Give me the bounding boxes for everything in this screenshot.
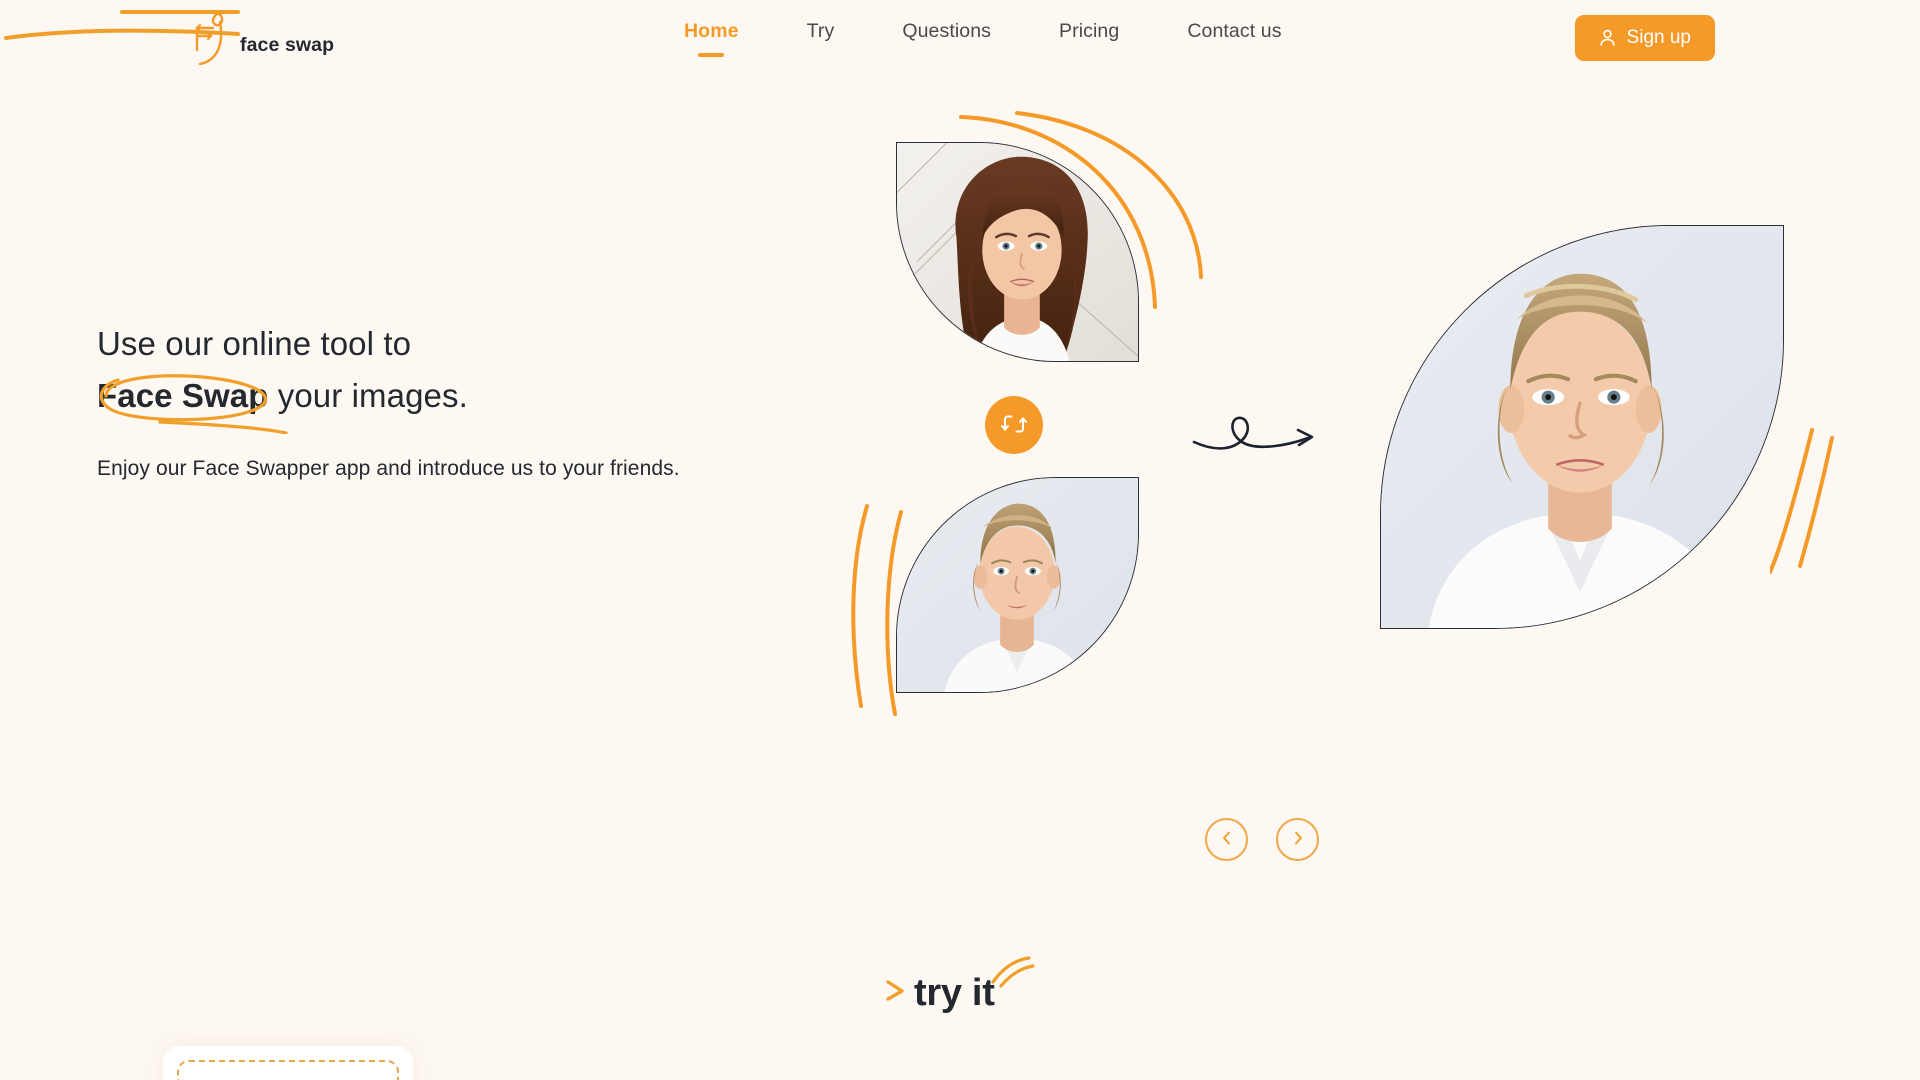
- hero-subcopy: Enjoy our Face Swapper app and introduce…: [97, 457, 680, 480]
- nav-item-questions[interactable]: Questions: [868, 20, 1025, 43]
- result-photo-image: [1381, 226, 1783, 628]
- headline-line-1: Use our online tool to: [97, 325, 412, 362]
- nav-item-try[interactable]: Try: [773, 20, 869, 43]
- hero-copy: Use our online tool to Face Swap your im…: [97, 318, 797, 487]
- nav-item-home[interactable]: Home: [650, 20, 773, 57]
- decorative-arcs-right-icon: [1770, 428, 1834, 574]
- looping-arrow-icon: [1192, 416, 1314, 450]
- sign-up-label: Sign up: [1626, 27, 1691, 48]
- upload-dropzone-dashed-area[interactable]: [177, 1060, 399, 1080]
- chevron-left-icon: [1220, 830, 1234, 849]
- user-icon: [1599, 29, 1616, 47]
- try-it-callout[interactable]: try it: [884, 945, 1035, 1015]
- source-photo-2-image: [897, 478, 1138, 692]
- headline-line-2: Face Swap your images.: [97, 370, 797, 434]
- swap-vertical-arrows-icon: [1001, 411, 1027, 440]
- chevron-right-icon: [1291, 830, 1305, 849]
- carousel-controls: [1205, 818, 1319, 861]
- sign-up-button[interactable]: Sign up: [1574, 15, 1715, 61]
- try-it-label: try it: [914, 972, 995, 1014]
- active-nav-underline: [698, 53, 725, 57]
- headline-rest: your images.: [268, 377, 468, 414]
- nav-item-contact-us[interactable]: Contact us: [1153, 20, 1315, 43]
- swoosh-lines-icon: [989, 954, 1035, 993]
- carousel-next-button[interactable]: [1276, 818, 1319, 861]
- source-photo-1[interactable]: [896, 142, 1139, 362]
- source-photo-1-image: [897, 143, 1138, 361]
- photo-stage: [0, 0, 1920, 1080]
- upload-dropzone-card[interactable]: [163, 1046, 413, 1080]
- source-photo-2[interactable]: [896, 477, 1139, 693]
- site-header: face swap Home Try Questions Pricing Con…: [0, 0, 1920, 76]
- brand-name: face swap: [240, 33, 335, 56]
- carousel-prev-button[interactable]: [1205, 818, 1248, 861]
- swap-images-button[interactable]: [985, 396, 1043, 454]
- nav-item-label: Home: [684, 20, 739, 42]
- nav-item-pricing[interactable]: Pricing: [1025, 20, 1153, 43]
- page-title: Use our online tool to Face Swap your im…: [97, 318, 797, 434]
- result-photo[interactable]: [1380, 225, 1784, 629]
- main-navigation: Home Try Questions Pricing Contact us: [650, 20, 1316, 57]
- chevron-right-accent-icon: [884, 972, 908, 1011]
- headline-highlight: Face Swap: [97, 377, 269, 414]
- decorative-lines-top-right-icon: [4, 10, 240, 40]
